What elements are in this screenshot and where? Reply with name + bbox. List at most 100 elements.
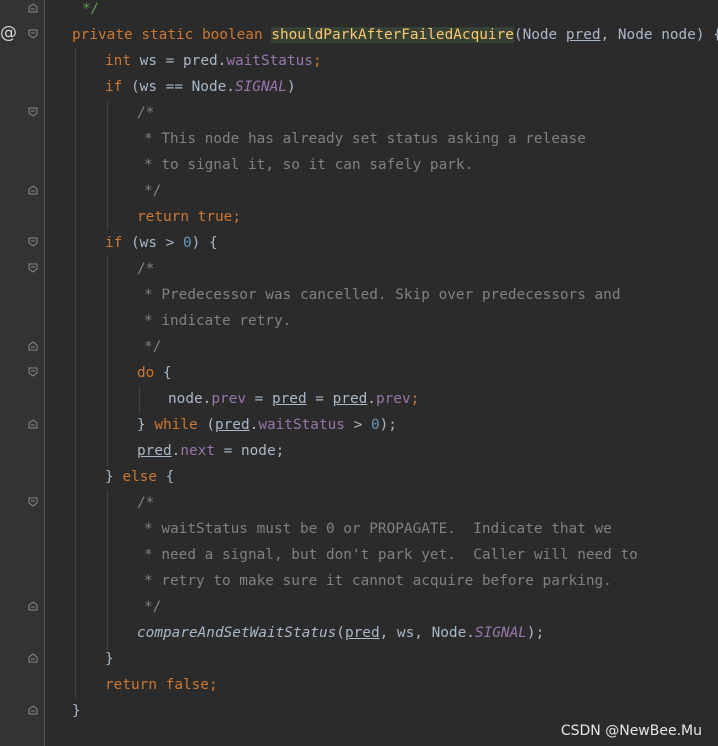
keyword-while: while bbox=[154, 417, 198, 433]
param-open: (Node bbox=[513, 27, 566, 43]
comment-line: * Predecessor was cancelled. Skip over p… bbox=[144, 287, 621, 303]
code-text: ) { bbox=[191, 235, 218, 251]
method-call[interactable]: compareAndSetWaitStatus bbox=[137, 625, 336, 641]
number-literal: 0 bbox=[370, 417, 380, 433]
code-text: } bbox=[105, 469, 123, 485]
field-prev: prev bbox=[375, 391, 411, 407]
code-text: ); bbox=[379, 417, 397, 433]
fold-start-icon[interactable] bbox=[28, 367, 38, 377]
code-text: = bbox=[306, 391, 333, 407]
indent-guide bbox=[107, 490, 108, 650]
code-text: (ws > bbox=[131, 235, 183, 251]
watermark: CSDN @NewBee.Mu bbox=[560, 723, 702, 739]
code-line[interactable]: int ws = pred.waitStatus; bbox=[105, 48, 322, 74]
code-text: = bbox=[245, 391, 272, 407]
fold-end-icon[interactable] bbox=[28, 705, 38, 715]
doc-comment-end: */ bbox=[82, 1, 100, 17]
keyword-return: return bbox=[137, 209, 189, 225]
variable-pred[interactable]: pred bbox=[137, 443, 172, 459]
editor-gutter[interactable] bbox=[0, 0, 45, 746]
code-line[interactable]: if (ws > 0) { bbox=[105, 230, 218, 256]
fold-start-icon[interactable] bbox=[28, 237, 38, 247]
code-line[interactable]: return true; bbox=[137, 204, 241, 230]
code-line[interactable]: } else { bbox=[105, 464, 174, 490]
code-line[interactable]: } bbox=[105, 646, 114, 672]
code-text: (ws == Node. bbox=[131, 79, 235, 95]
fold-end-icon[interactable] bbox=[28, 653, 38, 663]
keyword-return: return bbox=[105, 677, 157, 693]
code-line[interactable]: } bbox=[72, 698, 81, 724]
field-waitstatus: waitStatus bbox=[226, 53, 313, 69]
semicolon: ; bbox=[410, 391, 420, 407]
comment-line: */ bbox=[144, 599, 162, 615]
comment-line: * to signal it, so it can safely park. bbox=[144, 157, 474, 173]
code-text: { bbox=[154, 365, 172, 381]
field-next: next bbox=[180, 443, 215, 459]
code-line[interactable]: return false; bbox=[105, 672, 218, 698]
code-text: ( bbox=[197, 417, 215, 433]
indent-guide bbox=[75, 48, 76, 698]
indent-guide bbox=[107, 100, 108, 230]
constant-signal: SIGNAL bbox=[474, 625, 527, 641]
fold-start-icon[interactable] bbox=[28, 497, 38, 507]
fold-end-icon[interactable] bbox=[28, 185, 38, 195]
number-literal: 0 bbox=[182, 235, 192, 251]
indent-guide bbox=[139, 386, 140, 414]
code-text: . bbox=[249, 417, 259, 433]
comment-line: /* bbox=[137, 105, 155, 121]
code-line-method-signature[interactable]: private static boolean shouldParkAfterFa… bbox=[72, 22, 718, 48]
comment-line: */ bbox=[144, 183, 162, 199]
code-text: { bbox=[156, 469, 175, 485]
comment-line: * indicate retry. bbox=[144, 313, 292, 329]
code-line[interactable]: do { bbox=[137, 360, 172, 386]
code-text: . bbox=[367, 391, 376, 407]
fold-start-icon[interactable] bbox=[28, 107, 38, 117]
variable-pred[interactable]: pred bbox=[215, 417, 250, 433]
fold-end-icon[interactable] bbox=[28, 419, 38, 429]
comment-line: /* bbox=[137, 261, 155, 277]
code-text: = node; bbox=[214, 443, 285, 459]
param-pred[interactable]: pred bbox=[566, 27, 601, 43]
field-waitstatus: waitStatus bbox=[258, 417, 345, 433]
semicolon: ; bbox=[208, 677, 218, 693]
code-text: ws = pred. bbox=[139, 53, 227, 69]
fold-start-icon[interactable] bbox=[28, 29, 38, 39]
code-line[interactable]: compareAndSetWaitStatus(pred, ws, Node.S… bbox=[137, 620, 544, 646]
indent-guide bbox=[107, 256, 108, 466]
method-name[interactable]: shouldParkAfterFailedAcquire bbox=[271, 27, 514, 43]
code-text: node. bbox=[168, 391, 212, 407]
keyword-do: do bbox=[137, 365, 155, 381]
code-editor[interactable]: @ */ private static boolean shouldParkAf… bbox=[0, 0, 718, 746]
fold-end-icon[interactable] bbox=[28, 341, 38, 351]
keyword-private: private bbox=[72, 27, 133, 43]
variable-pred[interactable]: pred bbox=[272, 391, 307, 407]
code-line[interactable]: } while (pred.waitStatus > 0); bbox=[137, 412, 397, 438]
code-text: > bbox=[344, 417, 371, 433]
code-text: ) bbox=[286, 79, 296, 95]
keyword-else: else bbox=[122, 469, 157, 485]
code-line[interactable]: node.prev = pred = pred.prev; bbox=[168, 386, 419, 412]
variable-pred[interactable]: pred bbox=[345, 625, 380, 641]
param-rest: , Node node) { bbox=[600, 27, 718, 43]
code-text: } bbox=[137, 417, 155, 433]
override-marker-icon[interactable]: @ bbox=[0, 20, 17, 46]
variable-pred[interactable]: pred bbox=[333, 391, 368, 407]
comment-line: * waitStatus must be 0 or PROPAGATE. Ind… bbox=[144, 521, 612, 537]
comment-line: * This node has already set status askin… bbox=[144, 131, 586, 147]
keyword-if: if bbox=[105, 235, 123, 251]
fold-end-icon[interactable] bbox=[28, 3, 38, 13]
keyword-boolean: boolean bbox=[201, 27, 263, 43]
comment-line: * retry to make sure it cannot acquire b… bbox=[144, 573, 612, 589]
semicolon: ; bbox=[312, 53, 322, 69]
code-line[interactable]: */ bbox=[82, 0, 99, 22]
constant-signal: SIGNAL bbox=[234, 79, 287, 95]
fold-start-icon[interactable] bbox=[28, 263, 38, 273]
field-prev: prev bbox=[211, 391, 246, 407]
keyword-if: if bbox=[105, 79, 123, 95]
fold-end-icon[interactable] bbox=[28, 601, 38, 611]
keyword-true: true bbox=[197, 209, 233, 225]
comment-line: */ bbox=[144, 339, 162, 355]
code-line[interactable]: pred.next = node; bbox=[137, 438, 284, 464]
comment-line: * need a signal, but don't park yet. Cal… bbox=[144, 547, 638, 563]
code-line[interactable]: if (ws == Node.SIGNAL) bbox=[105, 74, 296, 100]
